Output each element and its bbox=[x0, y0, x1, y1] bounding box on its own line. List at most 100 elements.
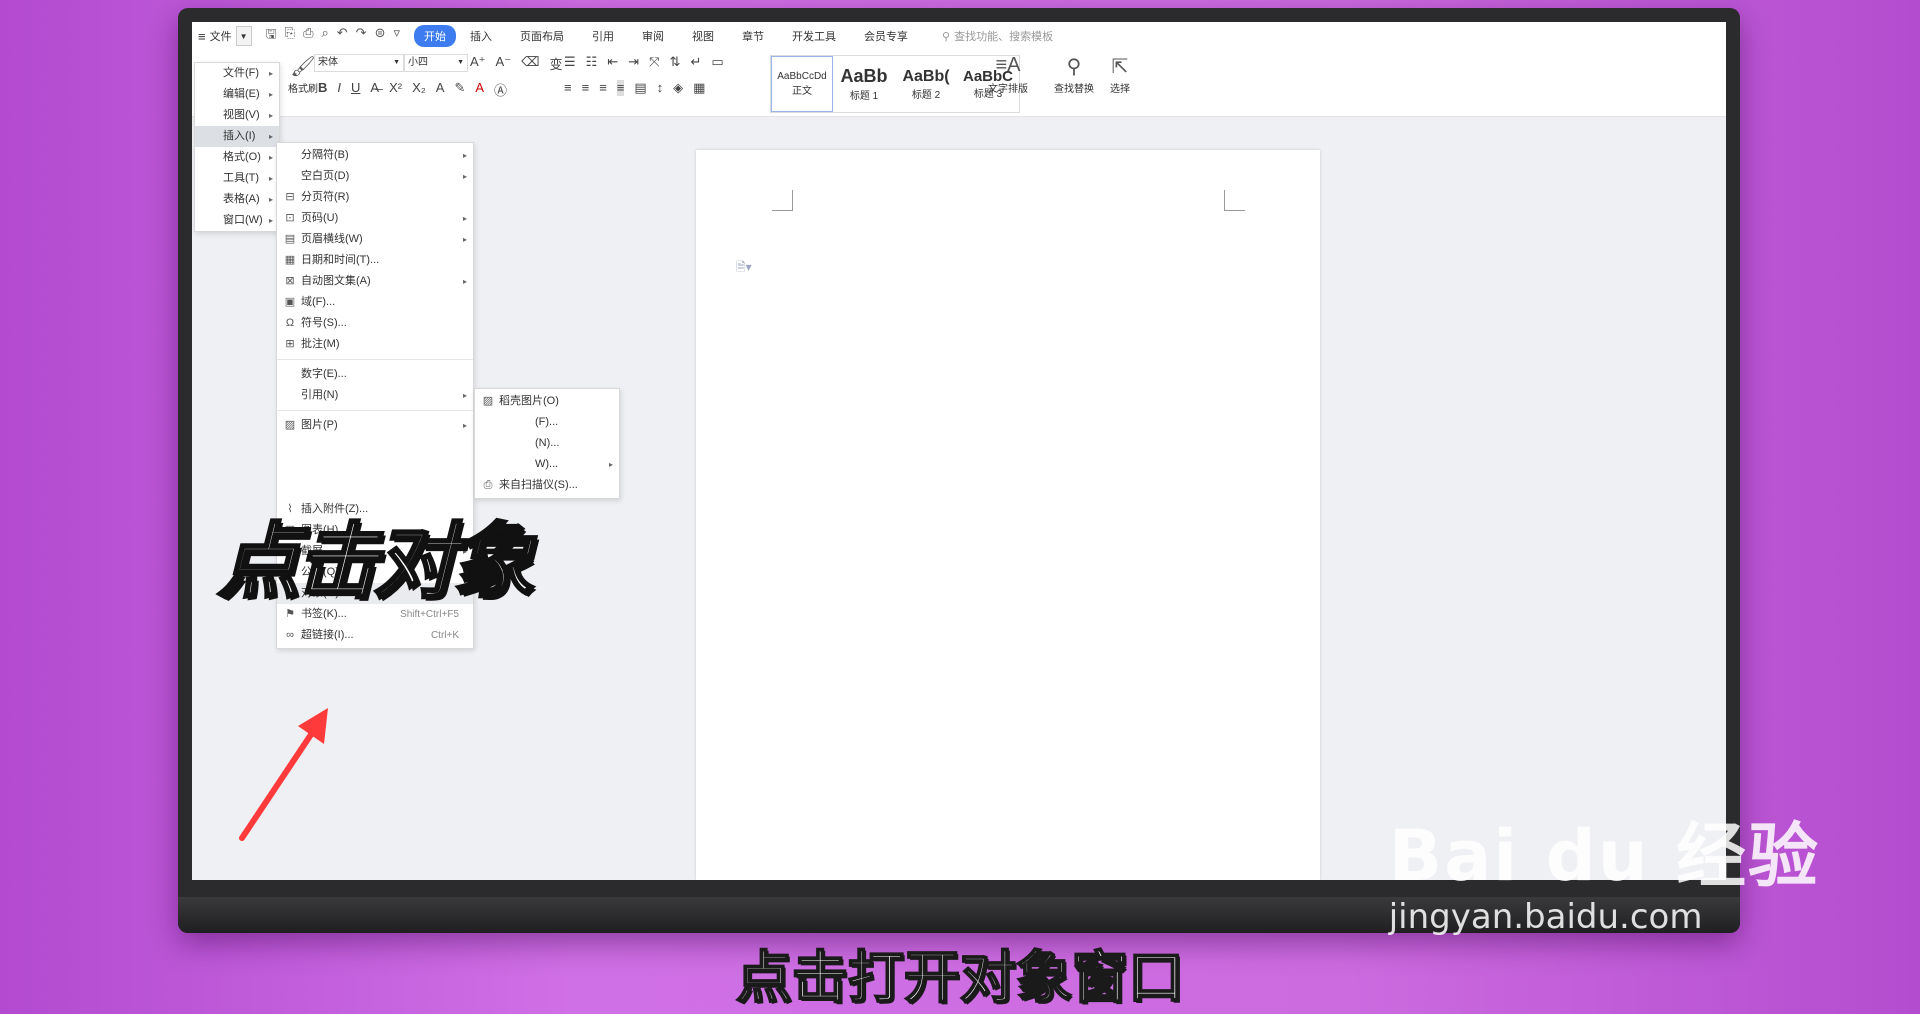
menu-item-break[interactable]: 分隔符(B) ▸ bbox=[277, 145, 473, 166]
menu-item-autotext[interactable]: ⊠ 自动图文集(A) ▸ bbox=[277, 271, 473, 292]
shrink-font-icon[interactable]: A⁻ bbox=[496, 54, 512, 73]
save-icon[interactable]: 🖫 bbox=[266, 25, 277, 47]
justify-icon[interactable]: ≡ bbox=[616, 80, 625, 96]
scanner-icon: ⎙ bbox=[483, 479, 493, 491]
menu-item-insert[interactable]: 插入(I) ▸ bbox=[195, 126, 279, 147]
menu-item-label: 插入(I) bbox=[223, 130, 256, 142]
menu-item-page-number[interactable]: ⊡ 页码(U) ▸ bbox=[277, 208, 473, 229]
print-icon[interactable]: ⎙ bbox=[303, 25, 313, 47]
menu-item-tools[interactable]: 工具(T) ▸ bbox=[195, 168, 279, 189]
font-color-icon[interactable]: A bbox=[475, 80, 484, 99]
tab-developer[interactable]: 开发工具 bbox=[778, 25, 850, 47]
menu-item-page-break[interactable]: ⊟ 分页符(R) bbox=[277, 187, 473, 208]
menu-item-format[interactable]: 格式(O) ▸ bbox=[195, 147, 279, 168]
show-marks-icon[interactable]: ↵ bbox=[690, 54, 701, 70]
text-layout-button[interactable]: ≡A 文字排版 bbox=[988, 54, 1028, 95]
font-size-select[interactable]: 小四 ▼ bbox=[404, 54, 468, 72]
bold-icon[interactable]: B bbox=[318, 80, 327, 99]
tab-home[interactable]: 开始 bbox=[414, 25, 457, 47]
menu-item-label: 视图(V) bbox=[223, 109, 260, 121]
borders-icon[interactable]: ▦ bbox=[693, 80, 705, 96]
chevron-down-icon[interactable]: ▼ bbox=[235, 26, 252, 46]
menu-item-field[interactable]: ▣ 域(F)... bbox=[277, 292, 473, 313]
align-left-icon[interactable]: ≡ bbox=[564, 80, 572, 96]
menu-item-blank-page[interactable]: 空白页(D) ▸ bbox=[277, 166, 473, 187]
select-button[interactable]: ⇱ 选择 bbox=[1110, 54, 1130, 95]
menu-item-file[interactable]: 文件(F) ▸ bbox=[195, 63, 279, 84]
style-heading-1[interactable]: AaBb 标题 1 bbox=[833, 56, 895, 112]
pointer-icon: ⇱ bbox=[1111, 56, 1129, 78]
tab-insert[interactable]: 插入 bbox=[456, 25, 506, 47]
tab-page-layout[interactable]: 页面布局 bbox=[506, 25, 578, 47]
strikethrough-icon[interactable]: A̶ bbox=[370, 80, 379, 99]
find-replace-button[interactable]: ⚲ 查找替换 bbox=[1054, 54, 1094, 95]
menu-item-new[interactable]: (N)... bbox=[475, 433, 619, 454]
search-box[interactable]: ⚲ 查找功能、搜索模板 bbox=[942, 28, 1053, 44]
paste-options-icon[interactable]: 🗎▾ bbox=[736, 258, 752, 279]
distributed-icon[interactable]: ▤ bbox=[634, 80, 646, 96]
menu-item-picture[interactable]: ▨ 图片(P) ▸ bbox=[277, 415, 473, 436]
highlight-icon[interactable]: ✎ bbox=[454, 80, 465, 99]
subscript-icon[interactable]: X₂ bbox=[412, 80, 426, 99]
menu-item-date-time[interactable]: ▦ 日期和时间(T)... bbox=[277, 250, 473, 271]
table-border-icon[interactable]: ▭ bbox=[711, 54, 723, 70]
numbered-list-icon[interactable]: ☷ bbox=[586, 54, 598, 70]
font-name-select[interactable]: 宋体 ▼ bbox=[314, 54, 404, 72]
align-center-icon[interactable]: ≡ bbox=[582, 80, 590, 96]
menu-item-symbol[interactable]: Ω 符号(S)... bbox=[277, 313, 473, 334]
menu-item-hyperlink[interactable]: ∞ 超链接(I)... Ctrl+K bbox=[277, 625, 473, 646]
chinese-layout-icon[interactable]: ⤧ bbox=[649, 54, 659, 70]
style-label: 标题 1 bbox=[849, 91, 879, 102]
search-input[interactable]: 查找功能、搜索模板 bbox=[954, 28, 1053, 44]
text-effect-icon[interactable]: A bbox=[436, 80, 445, 99]
menu-item-hidden-2[interactable] bbox=[277, 457, 473, 478]
char-border-icon[interactable]: Ⓐ bbox=[494, 80, 507, 99]
format-icon[interactable]: ⊜ bbox=[375, 25, 386, 47]
menu-item-header-line[interactable]: ▤ 页眉横线(W) ▸ bbox=[277, 229, 473, 250]
tab-member[interactable]: 会员专享 bbox=[850, 25, 922, 47]
print-preview-icon[interactable]: ⌕ bbox=[321, 25, 328, 47]
tab-references[interactable]: 引用 bbox=[578, 25, 628, 47]
undo-icon[interactable]: ↶ bbox=[337, 25, 348, 47]
menu-item-comment[interactable]: ⊞ 批注(M) bbox=[277, 334, 473, 355]
menu-item-view[interactable]: 视图(V) ▸ bbox=[195, 105, 279, 126]
tab-view[interactable]: 视图 bbox=[678, 25, 728, 47]
menu-item-edit[interactable]: 编辑(E) ▸ bbox=[195, 84, 279, 105]
calendar-icon: ▦ bbox=[284, 254, 296, 266]
italic-icon[interactable]: I bbox=[337, 80, 341, 99]
document-page[interactable]: 🗎▾ bbox=[696, 150, 1320, 880]
more-icon[interactable]: ▿ bbox=[393, 25, 400, 47]
shading-icon[interactable]: ◈ bbox=[673, 80, 683, 96]
menu-item-window[interactable]: 窗口(W) ▸ bbox=[195, 210, 279, 231]
menu-item-table[interactable]: 表格(A) ▸ bbox=[195, 189, 279, 210]
menu-item-hidden-1[interactable] bbox=[277, 436, 473, 457]
paragraph-tools-bottom: ≡ ≡ ≡ ≡ ▤ ↕ ◈ ▦ bbox=[564, 80, 705, 96]
clear-format-icon[interactable]: ⌫ bbox=[521, 54, 539, 73]
bullet-list-icon[interactable]: ☰ bbox=[564, 54, 576, 70]
superscript-icon[interactable]: X² bbox=[389, 80, 402, 99]
style-label: 标题 2 bbox=[911, 89, 941, 101]
menu-item-docer-picture[interactable]: ▨ 稻壳图片(O) bbox=[475, 391, 619, 412]
redo-icon[interactable]: ↷ bbox=[356, 25, 367, 47]
menu-item-from-file[interactable]: (F)... bbox=[475, 412, 619, 433]
grow-font-icon[interactable]: A⁺ bbox=[470, 54, 486, 73]
align-right-icon[interactable]: ≡ bbox=[599, 80, 607, 96]
phonetic-icon[interactable]: 变 bbox=[549, 54, 562, 73]
decrease-indent-icon[interactable]: ⇤ bbox=[607, 54, 618, 70]
style-heading-2[interactable]: AaBb( 标题 2 bbox=[895, 56, 957, 112]
menu-item-reference[interactable]: 引用(N) ▸ bbox=[277, 385, 473, 406]
menu-item-number[interactable]: 数字(E)... bbox=[277, 364, 473, 385]
increase-indent-icon[interactable]: ⇥ bbox=[628, 54, 639, 70]
menu-item-label: 页眉横线(W) bbox=[301, 233, 363, 245]
tab-chapter[interactable]: 章节 bbox=[728, 25, 778, 47]
menu-item-web[interactable]: W)... ▸ bbox=[475, 454, 619, 475]
line-spacing-icon[interactable]: ↕ bbox=[657, 80, 664, 96]
file-menu-button[interactable]: ≡ 文件 ▼ bbox=[192, 25, 258, 47]
sort-icon[interactable]: ⇅ bbox=[670, 54, 681, 70]
underline-icon[interactable]: U bbox=[351, 80, 360, 99]
style-normal[interactable]: AaBbCcDd 正文 bbox=[771, 56, 833, 112]
export-icon[interactable]: ⎘ bbox=[285, 25, 295, 47]
chevron-right-icon: ▸ bbox=[268, 174, 273, 183]
menu-item-scanner[interactable]: ⎙ 来自扫描仪(S)... bbox=[475, 475, 619, 496]
tab-review[interactable]: 审阅 bbox=[628, 25, 678, 47]
